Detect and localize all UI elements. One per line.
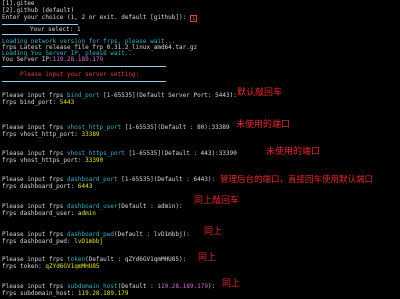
choice-input-highlight: 1 <box>189 15 198 22</box>
terminal-line: frps vhost_http_port: 33389 <box>2 131 100 138</box>
setting-value: lvD1mbbj <box>74 238 104 245</box>
setting-key: bind_port <box>67 92 100 99</box>
setting-key: dashboard_pwd <box>67 231 114 238</box>
setting-key: subdomain_host <box>67 283 118 290</box>
annotation-dashboard-port: 管理后台的端口，直接回车使用默认端口 <box>220 175 374 185</box>
terminal-line: Your select: 1 <box>30 26 81 33</box>
annotation-bind-port: 默认敲回车 <box>237 88 283 98</box>
terminal-line: frps dashboard_port: 6443 <box>2 183 93 190</box>
terminal-line: frps dashboard_user: admin <box>2 210 96 217</box>
separator-line <box>2 34 78 35</box>
server-ip-value: 119.28.189.179 <box>52 56 104 63</box>
setting-key: dashboard_port <box>67 176 118 183</box>
annotation-vhost-https: 未使用的端口 <box>266 147 321 157</box>
annotation-dashboard-pwd: 同上 <box>204 227 223 237</box>
setting-value: 33390 <box>85 157 104 164</box>
choice-prompt: Enter your choice (1, 2 or exit. default… <box>2 14 187 21</box>
default-ip: 119.28.189.179 <box>157 283 208 290</box>
annotation-token: 同上 <box>198 253 217 263</box>
setting-value: 119.28.189.179 <box>77 290 129 297</box>
terminal-window[interactable]: [1].gitee [2].github (default) Enter you… <box>0 0 400 299</box>
separator-line <box>2 66 166 67</box>
annotation-vhost-http: 未使用的端口 <box>236 120 291 130</box>
terminal-line: frps dashboard_pwd: lvD1mbbj <box>2 238 104 245</box>
setting-value: 5443 <box>59 99 75 106</box>
terminal-line: You Server IP:119.28.189.179 <box>2 57 103 64</box>
terminal-line: frps token: qZYd6GV1qmMHU85 <box>2 263 100 270</box>
separator-line <box>2 81 166 82</box>
terminal-line: frps subdomain_host: 119.28.189.179 <box>2 290 129 297</box>
terminal-line: frps bind_port: 5443 <box>2 99 75 106</box>
section-heading: Please input your server setting: <box>20 71 140 78</box>
setting-value: 33389 <box>81 131 100 138</box>
separator-line <box>2 24 78 25</box>
setting-key: vhost_https_port <box>67 150 125 157</box>
setting-value: 6443 <box>77 183 93 190</box>
setting-key: vhost_http_port <box>67 124 122 131</box>
annotation-subdomain-host: 同上 <box>222 279 241 289</box>
terminal-line: frps vhost_https_port: 33390 <box>2 157 104 164</box>
setting-key: dashboard_user <box>67 203 118 210</box>
annotation-dashboard-user: 同上敲回车 <box>194 196 240 206</box>
terminal-line: Enter your choice (1, 2 or exit. default… <box>2 14 198 22</box>
setting-value: admin <box>77 210 96 217</box>
setting-key: token <box>67 256 86 263</box>
setting-value: qZYd6GV1qmMHU85 <box>45 263 100 270</box>
server-ip-label: You Server IP: <box>2 56 53 63</box>
